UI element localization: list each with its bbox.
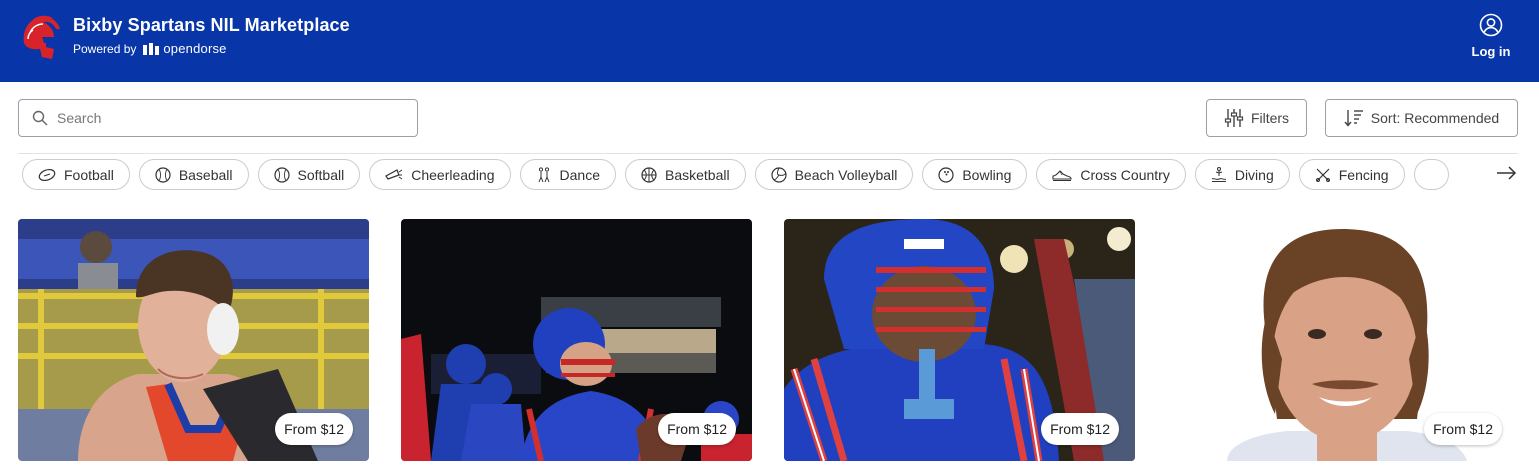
sport-chip-basketball[interactable]: Basketball bbox=[624, 159, 746, 190]
sport-chip-partial-label bbox=[1430, 167, 1434, 183]
softball-icon bbox=[273, 166, 290, 183]
powered-by-line: Powered by opendorse bbox=[73, 41, 227, 56]
sport-chip-bowling[interactable]: Bowling bbox=[922, 159, 1028, 190]
search-input[interactable] bbox=[57, 110, 387, 126]
price-badge: From $12 bbox=[275, 413, 353, 445]
sliders-icon bbox=[1224, 109, 1244, 127]
sort-icon bbox=[1344, 110, 1363, 127]
sport-chip-label: Baseball bbox=[178, 166, 233, 183]
sport-chip-cheerleading[interactable]: Cheerleading bbox=[369, 159, 511, 190]
sport-chip-label: Diving bbox=[1234, 166, 1274, 183]
opendorse-wordmark: opendorse bbox=[163, 41, 227, 56]
arrow-right-icon[interactable] bbox=[1495, 164, 1517, 182]
section-divider bbox=[18, 153, 1518, 154]
opendorse-logo-icon bbox=[143, 42, 160, 55]
filters-button[interactable]: Filters bbox=[1206, 99, 1307, 137]
sort-label: Sort: Recommended bbox=[1370, 110, 1500, 126]
spartan-logo[interactable] bbox=[18, 13, 62, 61]
running-shoe-icon bbox=[1052, 169, 1072, 181]
user-account-icon bbox=[1479, 13, 1503, 37]
sport-chip-label: Softball bbox=[297, 166, 345, 183]
sport-chip-label: Cross Country bbox=[1080, 166, 1170, 183]
bowling-icon bbox=[938, 166, 954, 183]
sport-chip-football[interactable]: Football bbox=[22, 159, 130, 190]
search-box[interactable] bbox=[18, 99, 418, 137]
diving-icon bbox=[1211, 166, 1227, 182]
sport-chip-beach-volleyball[interactable]: Beach Volleyball bbox=[754, 159, 914, 190]
powered-by-label: Powered by bbox=[73, 41, 137, 56]
sport-chip-fencing[interactable]: Fencing bbox=[1298, 159, 1405, 190]
athlete-card[interactable]: From $12 bbox=[401, 219, 752, 461]
sport-chip-dance[interactable]: Dance bbox=[519, 159, 616, 190]
top-header: Bixby Spartans NIL Marketplace Powered b… bbox=[0, 0, 1539, 82]
sport-filter-chips: Football Baseball Softball Cheerleading … bbox=[22, 159, 1492, 191]
price-badge: From $12 bbox=[1041, 413, 1119, 445]
sport-chip-diving[interactable]: Diving bbox=[1194, 159, 1290, 190]
baseball-icon bbox=[155, 166, 171, 183]
login-button[interactable]: Log in bbox=[1466, 13, 1516, 65]
athlete-card[interactable]: From $12 bbox=[18, 219, 369, 461]
fencing-icon bbox=[1315, 168, 1330, 182]
login-label: Log in bbox=[1471, 44, 1511, 59]
filters-label: Filters bbox=[1250, 110, 1290, 126]
sport-chip-label: Football bbox=[64, 166, 114, 183]
sport-chip-label: Bowling bbox=[962, 166, 1012, 183]
sport-chip-label: Fencing bbox=[1338, 166, 1389, 183]
sport-chip-partial[interactable] bbox=[1413, 159, 1450, 190]
price-badge: From $12 bbox=[658, 413, 736, 445]
sport-chip-baseball[interactable]: Baseball bbox=[138, 159, 249, 190]
cheerleading-icon bbox=[385, 168, 403, 180]
price-badge: From $12 bbox=[1424, 413, 1502, 445]
sport-chip-label: Dance bbox=[559, 166, 600, 183]
sport-chip-label: Cheerleading bbox=[411, 166, 495, 183]
sort-button[interactable]: Sort: Recommended bbox=[1325, 99, 1518, 137]
volleyball-icon bbox=[770, 166, 787, 183]
sport-chip-cross-country[interactable]: Cross Country bbox=[1036, 159, 1186, 190]
sport-chip-label: Beach Volleyball bbox=[794, 166, 898, 183]
search-icon bbox=[32, 110, 48, 126]
athlete-card[interactable]: From $12 bbox=[1167, 219, 1518, 461]
athlete-card[interactable]: From $12 bbox=[784, 219, 1135, 461]
sport-chip-label: Basketball bbox=[664, 166, 730, 183]
dance-icon bbox=[538, 166, 549, 182]
marketplace-title: Bixby Spartans NIL Marketplace bbox=[73, 15, 350, 35]
sport-chip-softball[interactable]: Softball bbox=[257, 159, 361, 190]
basketball-icon bbox=[641, 166, 657, 183]
football-icon bbox=[38, 168, 56, 181]
